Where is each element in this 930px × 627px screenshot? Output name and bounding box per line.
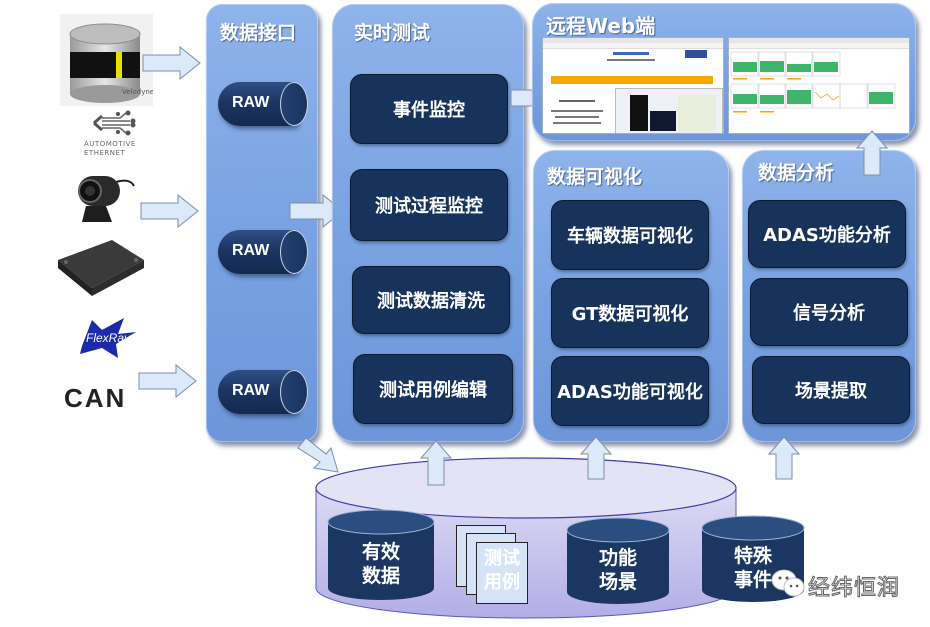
adas-function-analysis-node[interactable]: ADAS功能分析 — [748, 200, 906, 268]
test-case-line2: 用例 — [484, 572, 520, 593]
raw-label: RAW — [232, 94, 270, 111]
raw-pill: RAW — [218, 370, 308, 414]
can-label: CAN — [64, 383, 127, 413]
function-scenario-store: 功能 场景 — [565, 516, 671, 606]
web-screenshot-dashboard — [728, 37, 910, 134]
arrow-camera-to-interface — [140, 194, 199, 228]
data-visualization-panel: 数据可视化 车辆数据可视化 GT数据可视化 ADAS功能可视化 — [533, 150, 729, 442]
radar-sensor-icon — [52, 230, 152, 300]
valid-data-line2: 数据 — [361, 565, 400, 587]
gt-data-visualization-node[interactable]: GT数据可视化 — [551, 278, 709, 348]
special-event-line1: 特殊 — [733, 545, 772, 567]
arrow-database-to-visualization — [580, 436, 612, 480]
raw-pill: RAW — [218, 82, 308, 126]
function-scenario-line2: 场景 — [598, 571, 637, 593]
automotive-ethernet-logo: Automotive Ethernet — [80, 110, 150, 157]
test-process-monitoring-node[interactable]: 测试过程监控 — [350, 169, 508, 241]
flexray-logo: FlexRay — [78, 316, 140, 360]
remote-web-panel: 远程Web端 — [532, 3, 916, 141]
test-data-cleaning-node[interactable]: 测试数据清洗 — [352, 266, 510, 334]
remote-web-title: 远程Web端 — [546, 14, 656, 38]
ethernet-label-line2: Ethernet — [84, 149, 126, 157]
realtime-test-title: 实时测试 — [354, 22, 431, 44]
data-visualization-title: 数据可视化 — [547, 166, 643, 188]
arrow-database-to-analysis — [768, 436, 800, 480]
vehicle-data-visualization-node[interactable]: 车辆数据可视化 — [551, 200, 709, 270]
realtime-test-panel: 实时测试 事件监控 测试过程监控 测试数据清洗 测试用例编辑 — [332, 4, 524, 442]
wechat-icon — [770, 568, 808, 598]
function-scenario-line1: 功能 — [598, 547, 637, 569]
arrow-analysis-to-web — [856, 130, 888, 176]
lidar-sensor-icon: Velodyne — [60, 14, 154, 106]
watermark-text: 经纬恒润 — [807, 576, 901, 602]
valid-data-store: 有效 数据 — [326, 508, 436, 602]
arrow-database-to-realtime — [420, 440, 452, 486]
arrow-can-to-interface — [138, 364, 197, 398]
adas-function-visualization-node[interactable]: ADAS功能可视化 — [551, 356, 709, 426]
web-screenshot-event-page — [542, 37, 724, 134]
scenario-extraction-node[interactable]: 场景提取 — [752, 356, 910, 424]
data-analysis-title: 数据分析 — [758, 162, 835, 184]
test-case-editing-node[interactable]: 测试用例编辑 — [353, 354, 513, 424]
valid-data-line1: 有效 — [361, 541, 400, 563]
lidar-brand: Velodyne — [122, 88, 153, 96]
data-analysis-panel: 数据分析 ADAS功能分析 信号分析 场景提取 — [742, 150, 916, 442]
raw-label: RAW — [232, 382, 270, 399]
dashboard-charts-thumbnail — [730, 51, 896, 113]
arrow-lidar-to-interface — [142, 46, 201, 80]
raw-label: RAW — [232, 242, 270, 259]
test-case-documents: 测试 用例 — [456, 525, 546, 607]
ethernet-label-line1: Automotive — [84, 140, 136, 148]
flexray-text: FlexRay — [86, 331, 131, 345]
event-monitoring-node[interactable]: 事件监控 — [350, 74, 508, 144]
camera-icon — [72, 170, 136, 230]
signal-analysis-node[interactable]: 信号分析 — [750, 278, 908, 346]
raw-pill: RAW — [218, 230, 308, 274]
arrow-interface-to-database — [297, 437, 339, 473]
test-case-line1: 测试 — [484, 548, 520, 569]
data-interface-title: 数据接口 — [220, 22, 297, 44]
